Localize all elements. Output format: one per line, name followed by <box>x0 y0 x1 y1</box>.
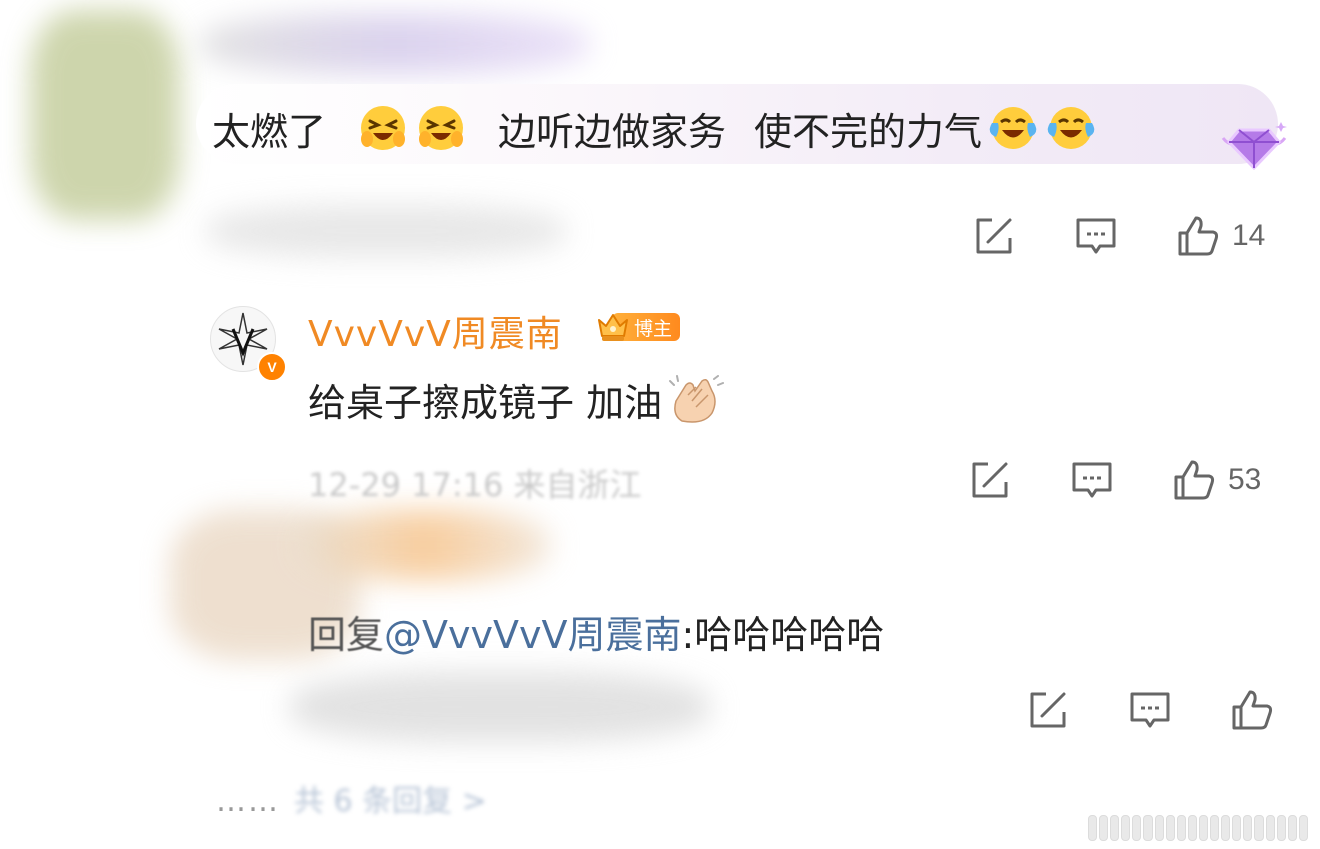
blurred-meta-3 <box>290 672 710 742</box>
blurred-username-3 <box>300 510 550 580</box>
like-count: 14 <box>1232 219 1266 252</box>
comment-text-part: 边听边做家务 <box>498 109 727 154</box>
username[interactable]: VvvVvV周震南 <box>308 305 563 357</box>
watermark-icon <box>1088 815 1308 841</box>
blurred-meta-1 <box>206 205 566 257</box>
more-replies-link[interactable]: …… 共 6 条回复 > <box>216 776 487 820</box>
reply-prefix: 回复 <box>308 613 385 657</box>
share-icon[interactable] <box>972 214 1016 258</box>
comment-icon[interactable] <box>1070 458 1114 502</box>
laughing-squint-emoji-icon <box>419 106 464 150</box>
share-icon[interactable] <box>968 458 1012 502</box>
blogger-badge: 博主 <box>596 309 681 345</box>
thumbs-up-icon[interactable] <box>1172 458 1216 502</box>
comment-text-part: 太燃了 <box>212 109 327 154</box>
comment-icon[interactable] <box>1128 688 1172 732</box>
diamond-level-badge-icon <box>1221 122 1287 171</box>
blurred-username-1 <box>200 14 590 74</box>
mention-link[interactable]: @VvvVvV周震南 <box>384 613 681 657</box>
more-replies-dots: …… <box>216 784 280 819</box>
comment-actions <box>1026 688 1274 732</box>
verified-badge: V <box>257 352 287 382</box>
share-icon[interactable] <box>1026 688 1070 732</box>
crown-icon <box>598 314 628 341</box>
comment-icon[interactable] <box>1074 214 1118 258</box>
comment-text-part: 给桌子擦成镜子 加油 <box>308 381 663 425</box>
reply-text: 回复@VvvVvV周震南:哈哈哈哈哈 <box>308 604 884 659</box>
comment-actions: 53 <box>968 458 1261 502</box>
tears-of-joy-emoji-icon <box>989 107 1037 149</box>
comment-text: 太燃了 边听边做家务 使不完的力气 <box>212 100 1100 156</box>
like-count: 53 <box>1228 463 1262 496</box>
tears-of-joy-emoji-icon <box>1047 107 1095 149</box>
comment-text: 给桌子擦成镜子 加油 <box>308 372 725 427</box>
more-replies-label[interactable]: 共 6 条回复 > <box>294 784 487 819</box>
blurred-avatar-1 <box>30 10 180 220</box>
laughing-squint-emoji-icon <box>361 106 406 150</box>
reply-content: :哈哈哈哈哈 <box>681 613 885 657</box>
thumbs-up-icon[interactable] <box>1176 214 1220 258</box>
comment-actions: 14 <box>972 214 1265 258</box>
clapping-hands-emoji-icon <box>669 374 725 423</box>
comment-meta: 12-29 17:16 来自浙江 <box>308 466 642 504</box>
thumbs-up-icon[interactable] <box>1230 688 1274 732</box>
comment-text-part: 使不完的力气 <box>754 109 983 154</box>
